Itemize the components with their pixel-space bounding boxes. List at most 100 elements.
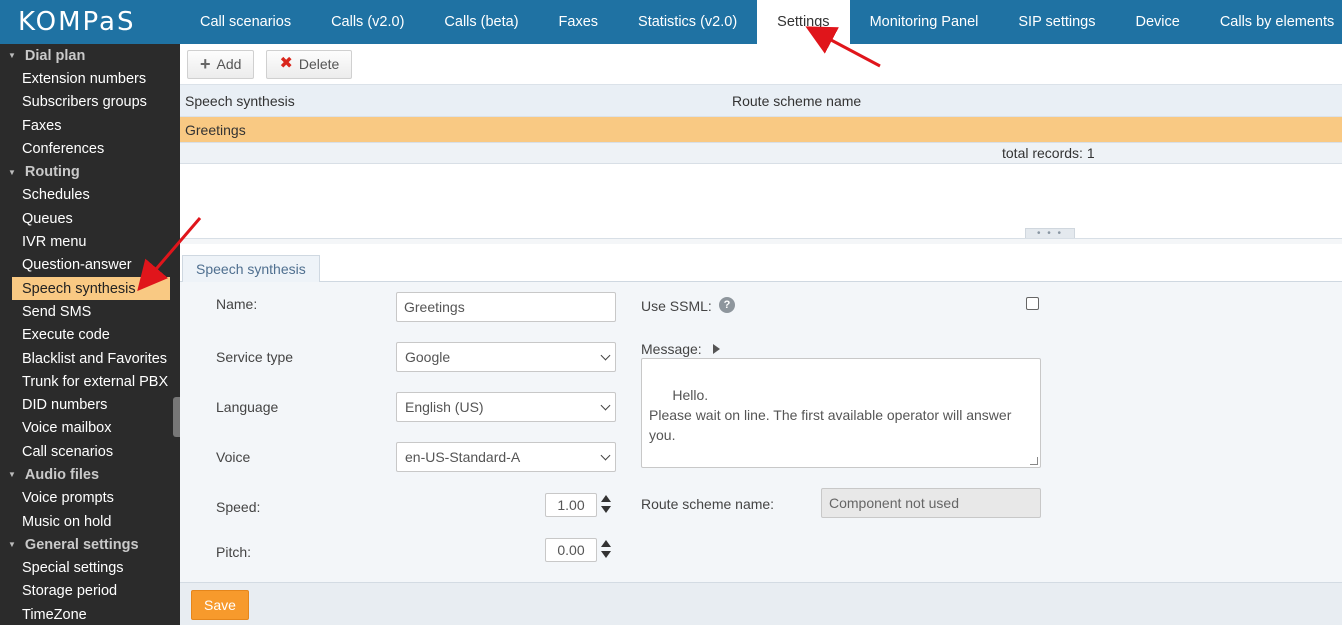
main-panel: + Add ✖ Delete Speech synthesis Route sc… — [180, 44, 1342, 625]
main-nav: Call scenarios Calls (v2.0) Calls (beta)… — [180, 0, 1342, 44]
collapse-triangle-icon: ▼ — [8, 470, 16, 480]
chevron-down-icon — [600, 350, 611, 361]
sidebar-item-special-settings[interactable]: Special settings — [0, 557, 180, 580]
sidebar-group-label: Audio files — [24, 466, 100, 483]
route-scheme-field: Component not used — [821, 488, 1041, 518]
sidebar-item-question-answer[interactable]: Question-answer — [0, 254, 180, 277]
spin-up-icon — [601, 495, 611, 502]
collapse-triangle-icon: ▼ — [8, 540, 16, 550]
sidebar-group-label: Dial plan — [24, 47, 86, 64]
column-header-speech-synthesis[interactable]: Speech synthesis — [185, 93, 295, 109]
nav-tab-calls-beta[interactable]: Calls (beta) — [424, 0, 538, 44]
sidebar-item-execute-code[interactable]: Execute code — [0, 324, 180, 347]
sidebar-item-voice-prompts[interactable]: Voice prompts — [0, 487, 180, 510]
nav-tab-statistics-v2[interactable]: Statistics (v2.0) — [618, 0, 757, 44]
play-icon[interactable] — [713, 344, 720, 354]
sidebar-item-storage-period[interactable]: Storage period — [0, 580, 180, 603]
sidebar-item-queues[interactable]: Queues — [0, 207, 180, 230]
add-button-label: Add — [216, 56, 242, 72]
column-header-route-scheme-name[interactable]: Route scheme name — [732, 93, 861, 109]
splitter[interactable] — [180, 238, 1342, 244]
sidebar-item-timezone[interactable]: TimeZone — [0, 603, 180, 625]
sidebar-item-did-numbers[interactable]: DID numbers — [0, 393, 180, 416]
pitch-input[interactable]: 0.00 — [545, 538, 597, 562]
use-ssml-checkbox[interactable] — [1026, 297, 1039, 310]
service-type-select[interactable]: Google — [396, 342, 616, 372]
logo-text: KOMPaS — [18, 7, 136, 37]
logo: KOMPaS — [0, 0, 180, 44]
name-label: Name: — [216, 296, 258, 312]
sidebar-item-ivr-menu[interactable]: IVR menu — [0, 230, 180, 253]
sidebar-item-music-on-hold[interactable]: Music on hold — [0, 510, 180, 533]
nav-tab-monitoring-panel[interactable]: Monitoring Panel — [850, 0, 999, 44]
nav-tab-sip-settings[interactable]: SIP settings — [998, 0, 1115, 44]
message-label: Message: — [641, 341, 702, 357]
service-type-value: Google — [405, 349, 451, 365]
chevron-down-icon — [600, 450, 611, 461]
resize-handle-icon[interactable] — [1030, 457, 1038, 465]
use-ssml-label: Use SSML: — [641, 298, 712, 314]
delete-button-label: Delete — [298, 56, 340, 72]
save-button[interactable]: Save — [191, 590, 249, 620]
sidebar-item-schedules[interactable]: Schedules — [0, 184, 180, 207]
service-type-label: Service type — [216, 349, 294, 365]
sidebar-item-trunk-external-pbx[interactable]: Trunk for external PBX — [0, 370, 180, 393]
voice-value: en-US-Standard-A — [405, 449, 521, 465]
sidebar-group-label: General settings — [24, 536, 139, 553]
spin-down-icon — [601, 551, 611, 558]
nav-tab-call-scenarios[interactable]: Call scenarios — [180, 0, 311, 44]
sidebar-item-extension-numbers[interactable]: Extension numbers — [0, 67, 180, 90]
nav-tab-faxes[interactable]: Faxes — [539, 0, 619, 44]
collapse-triangle-icon: ▼ — [8, 51, 16, 61]
delete-x-icon: ✖ — [279, 55, 293, 72]
sidebar-item-blacklist-favorites[interactable]: Blacklist and Favorites — [0, 347, 180, 370]
sidebar-item-voice-mailbox[interactable]: Voice mailbox — [0, 417, 180, 440]
language-value: English (US) — [405, 399, 484, 415]
sidebar-item-faxes[interactable]: Faxes — [0, 114, 180, 137]
top-bar: KOMPaS Call scenarios Calls (v2.0) Calls… — [0, 0, 1342, 44]
nav-tab-settings[interactable]: Settings — [757, 0, 850, 44]
speed-label: Speed: — [216, 499, 261, 515]
sidebar-item-send-sms[interactable]: Send SMS — [0, 300, 180, 323]
sidebar-item-conferences[interactable]: Conferences — [0, 137, 180, 160]
speed-input[interactable]: 1.00 — [545, 493, 597, 517]
table-cell-name: Greetings — [185, 121, 246, 138]
grid-footer: total records: 1 — [180, 142, 1342, 164]
sidebar-item-speech-synthesis[interactable]: Speech synthesis — [12, 276, 170, 301]
sidebar-group-audio-files[interactable]: ▼ Audio files — [0, 463, 180, 486]
pitch-label: Pitch: — [216, 544, 252, 560]
spin-down-icon — [601, 506, 611, 513]
bottom-bar: Save — [180, 582, 1342, 625]
tab-speech-synthesis[interactable]: Speech synthesis — [182, 255, 320, 283]
nav-tab-device[interactable]: Device — [1116, 0, 1200, 44]
table-row[interactable]: Greetings — [180, 117, 1342, 142]
nav-tab-calls-v2[interactable]: Calls (v2.0) — [311, 0, 424, 44]
chevron-down-icon — [600, 400, 611, 411]
pitch-spinner[interactable] — [601, 540, 611, 560]
sidebar-group-routing[interactable]: ▼ Routing — [0, 160, 180, 183]
sidebar-group-dial-plan[interactable]: ▼ Dial plan — [0, 44, 180, 67]
collapse-triangle-icon: ▼ — [8, 167, 16, 177]
nav-tab-calls-by-elements[interactable]: Calls by elements — [1200, 0, 1342, 44]
add-button[interactable]: + Add — [187, 49, 255, 79]
form-tabs: Speech synthesis — [180, 252, 1342, 283]
speech-synthesis-form: Name: Greetings Service type Google Lang… — [180, 282, 1342, 582]
speed-spinner[interactable] — [601, 495, 611, 515]
name-input[interactable]: Greetings — [396, 292, 616, 322]
language-select[interactable]: English (US) — [396, 392, 616, 422]
toolbar: + Add ✖ Delete — [180, 44, 1342, 84]
message-textarea[interactable]: Hello. Please wait on line. The first av… — [641, 358, 1041, 468]
spin-up-icon — [601, 540, 611, 547]
route-scheme-label: Route scheme name: — [641, 496, 775, 512]
plus-icon: + — [200, 54, 211, 74]
language-label: Language — [216, 399, 279, 415]
sidebar: ▼ Dial plan Extension numbers Subscribers… — [0, 44, 180, 625]
sidebar-group-general-settings[interactable]: ▼ General settings — [0, 533, 180, 556]
sidebar-item-call-scenarios[interactable]: Call scenarios — [0, 440, 180, 463]
total-records: total records: 1 — [1002, 145, 1095, 161]
help-icon[interactable]: ? — [719, 297, 735, 313]
sidebar-item-subscribers-groups[interactable]: Subscribers groups — [0, 91, 180, 114]
delete-button[interactable]: ✖ Delete — [266, 49, 353, 79]
message-text: Hello. Please wait on line. The first av… — [649, 387, 1012, 443]
voice-select[interactable]: en-US-Standard-A — [396, 442, 616, 472]
